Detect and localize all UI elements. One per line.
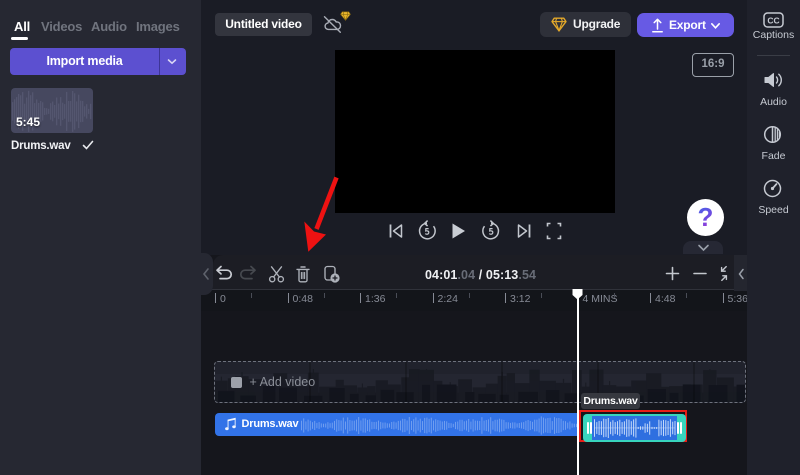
svg-text:?: ? [698,202,714,232]
svg-text:CC: CC [767,16,779,26]
